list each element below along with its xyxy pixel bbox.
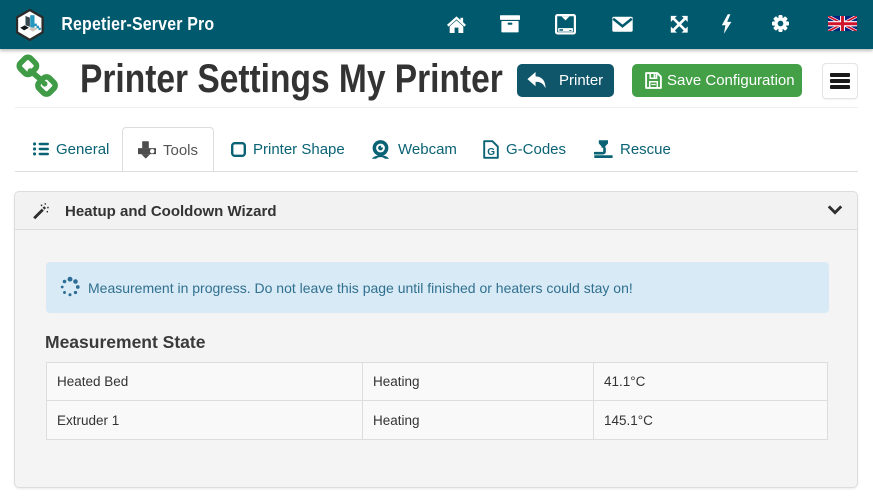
svg-text:G: G (487, 146, 495, 157)
